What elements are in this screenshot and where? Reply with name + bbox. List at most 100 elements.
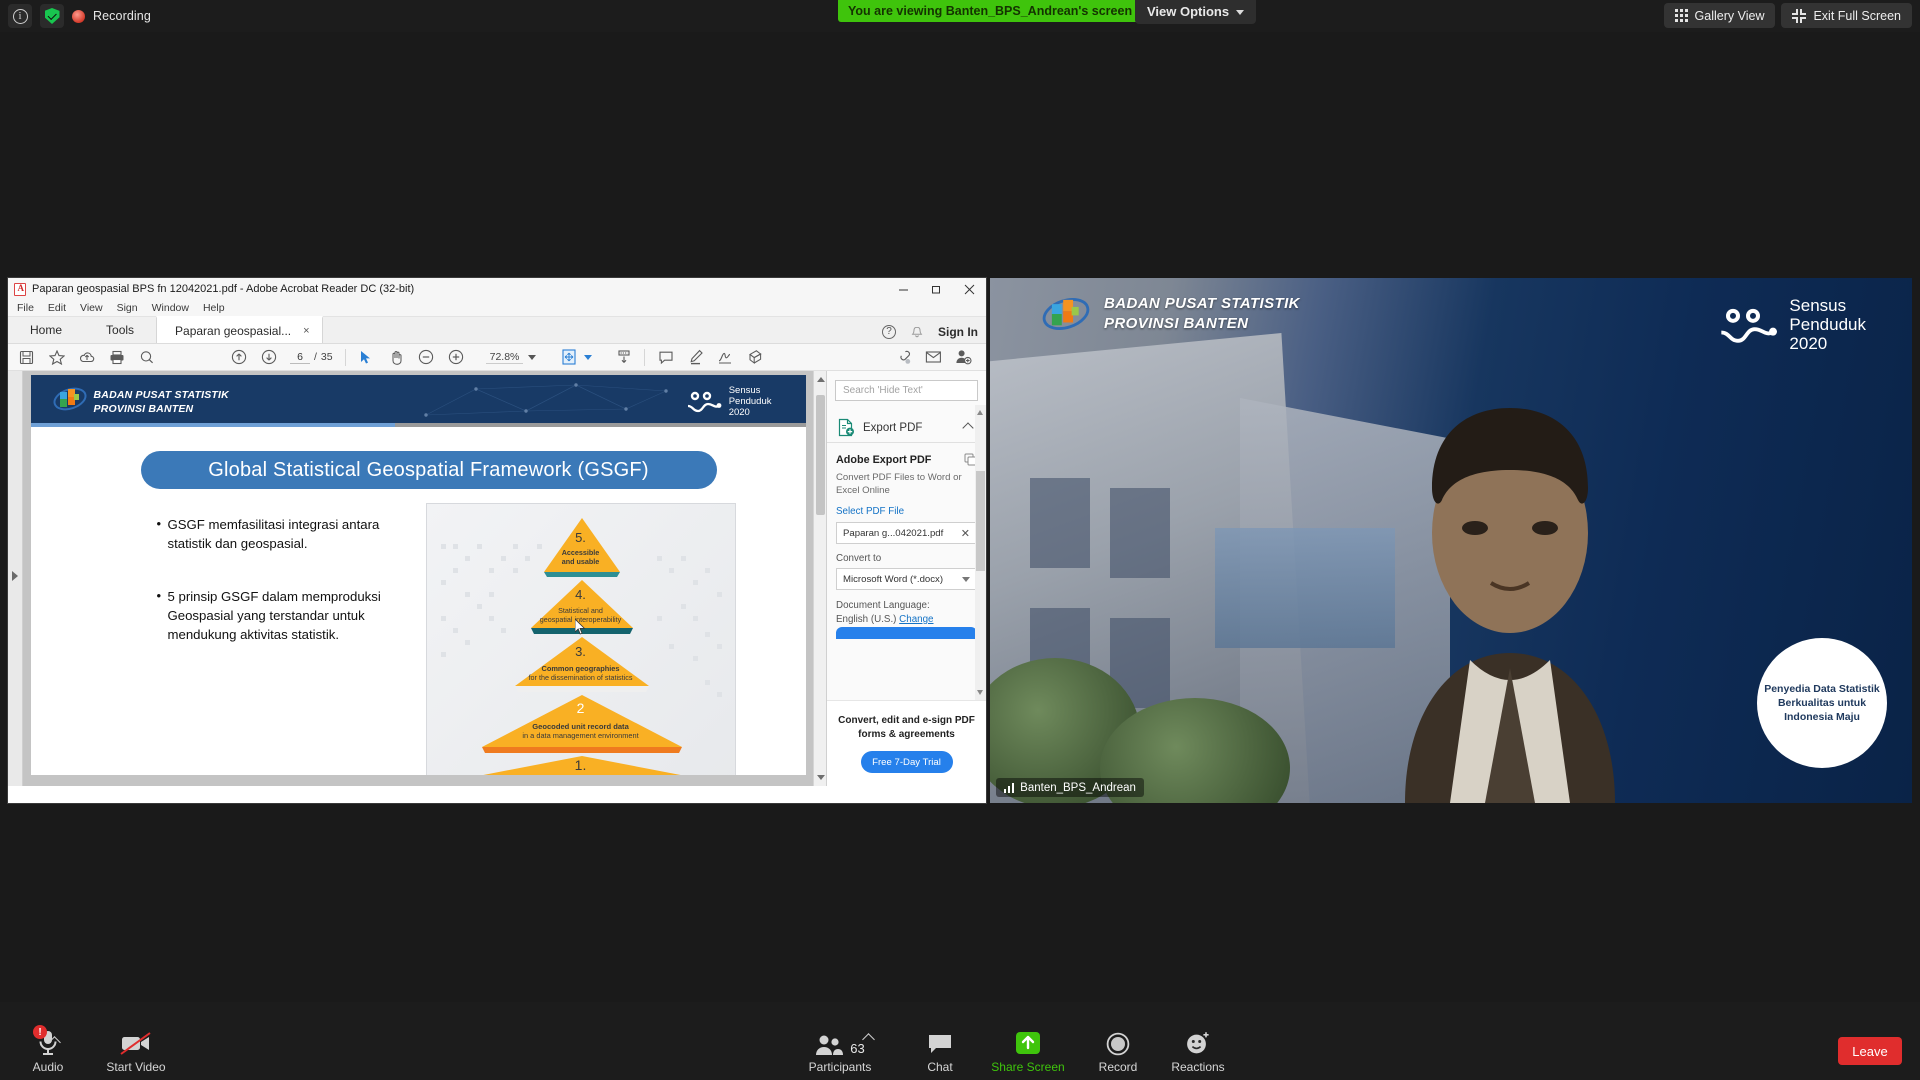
gallery-view-button[interactable]: Gallery View — [1664, 3, 1776, 28]
window-controls — [887, 278, 986, 300]
slide-sensus-text: Sensus Penduduk 2020 — [729, 385, 772, 418]
chat-bubble-icon — [929, 1035, 951, 1053]
video-icon-wrap — [119, 1026, 153, 1056]
reactions-smiley-icon — [1187, 1032, 1209, 1054]
share-screen-button[interactable]: Share Screen — [988, 1026, 1068, 1074]
close-icon[interactable]: × — [303, 325, 309, 337]
tab-home[interactable]: Home — [8, 316, 84, 343]
leave-button[interactable]: Leave — [1838, 1037, 1902, 1065]
pdf-slide: BADAN PUSAT STATISTIK PROVINSI BANTEN Se… — [30, 375, 806, 775]
panel-scrollbar-thumb[interactable] — [976, 471, 985, 571]
close-button[interactable] — [953, 278, 986, 300]
next-page-icon[interactable] — [260, 349, 277, 366]
chevron-down-icon[interactable] — [584, 354, 593, 360]
scroll-up-icon[interactable] — [817, 377, 825, 382]
upload-to-cloud-icon[interactable] — [78, 349, 95, 366]
search-input[interactable]: Search 'Hide Text' — [835, 380, 978, 401]
chat-button[interactable]: Chat — [900, 1026, 980, 1074]
export-pdf-section-header[interactable]: Export PDF — [827, 413, 986, 443]
sign-in-button[interactable]: Sign In — [938, 325, 978, 339]
select-pdf-file-link[interactable]: Select PDF File — [836, 506, 977, 517]
view-options-button[interactable]: View Options — [1135, 0, 1257, 24]
participants-button[interactable]: 63 Participants — [800, 1026, 880, 1074]
menu-item-view[interactable]: View — [80, 302, 103, 314]
security-shield-icon[interactable] — [40, 4, 64, 28]
zoom-bottom-toolbar: ! Audio Start Video 63 Participants Chat… — [0, 1002, 1920, 1080]
comment-icon[interactable] — [657, 349, 674, 366]
menu-item-help[interactable]: Help — [203, 302, 225, 314]
scrollbar-thumb[interactable] — [816, 395, 825, 515]
record-button[interactable]: Record — [1078, 1026, 1158, 1074]
acrobat-menu-bar: File Edit View Sign Window Help — [8, 300, 986, 317]
hand-tool-icon[interactable] — [388, 349, 405, 366]
zoom-in-icon[interactable] — [448, 349, 465, 366]
document-language-block: Document Language: English (U.S.) Change — [836, 599, 977, 627]
previous-page-icon[interactable] — [230, 349, 247, 366]
save-icon[interactable] — [18, 349, 35, 366]
menu-item-edit[interactable]: Edit — [48, 302, 66, 314]
notification-bell-icon[interactable] — [911, 326, 923, 339]
minimize-button[interactable] — [887, 278, 920, 300]
current-page-input[interactable]: 6 — [290, 351, 310, 364]
screen-share-banner: You are viewing Banten_BPS_Andrean's scr… — [838, 0, 1143, 22]
change-language-link[interactable]: Change — [899, 614, 933, 625]
stamp-icon[interactable] — [747, 349, 764, 366]
add-recipient-icon[interactable] — [955, 349, 972, 366]
panel-scrollbar[interactable] — [975, 405, 986, 700]
tab-document[interactable]: Paparan geospasial... × — [156, 316, 323, 343]
export-button-partial[interactable] — [836, 627, 977, 639]
page-scrolling-icon[interactable] — [615, 349, 632, 366]
chat-icon-wrap — [927, 1026, 953, 1056]
exit-full-screen-button[interactable]: Exit Full Screen — [1781, 3, 1912, 28]
select-cursor-icon[interactable] — [358, 349, 375, 366]
slide-org-line1: BADAN PUSAT STATISTIK — [93, 389, 229, 401]
menu-item-file[interactable]: File — [17, 302, 34, 314]
start-video-button[interactable]: Start Video — [96, 1026, 176, 1074]
fit-page-icon[interactable] — [562, 349, 579, 366]
gsgf-pyramid-diagram: 5. Accessible and usable 4. Statistical … — [425, 503, 736, 775]
search-icon[interactable] — [138, 349, 155, 366]
scroll-down-icon[interactable] — [977, 690, 983, 695]
trial-promo-footer: Convert, edit and e-sign PDF forms & agr… — [827, 700, 986, 786]
chevron-up-icon[interactable] — [962, 421, 974, 434]
clear-file-icon[interactable]: ✕ — [961, 527, 970, 540]
top-right-controls: Gallery View Exit Full Screen — [1664, 3, 1912, 28]
acrobat-tab-actions: ? Sign In — [882, 325, 978, 339]
expand-panel-icon[interactable] — [12, 571, 18, 581]
fill-and-sign-icon[interactable] — [717, 349, 734, 366]
reactions-button[interactable]: Reactions — [1158, 1026, 1238, 1074]
sensus-line-2: Penduduk — [728, 396, 772, 407]
video-tagline-badge: Penyedia Data Statistik Berkualitas untu… — [1757, 638, 1887, 768]
scroll-down-icon[interactable] — [817, 775, 825, 780]
left-navigation-rail[interactable] — [8, 371, 23, 786]
email-icon[interactable] — [925, 349, 942, 366]
document-vertical-scrollbar[interactable] — [813, 371, 826, 786]
maximize-button[interactable] — [920, 278, 953, 300]
participant-video-pane[interactable]: BADAN PUSAT STATISTIK PROVINSI BANTEN Se… — [990, 278, 1912, 803]
pdf-document-area[interactable]: BADAN PUSAT STATISTIK PROVINSI BANTEN Se… — [23, 371, 813, 786]
audio-alert-badge: ! — [33, 1025, 47, 1039]
selected-file-field[interactable]: Paparan g...042021.pdf ✕ — [836, 522, 977, 544]
info-icon[interactable]: i — [8, 4, 32, 28]
scroll-up-icon[interactable] — [977, 410, 983, 415]
bps-logo-icon — [53, 386, 87, 417]
share-link-icon[interactable] — [895, 349, 912, 366]
menu-item-window[interactable]: Window — [152, 302, 189, 314]
menu-item-sign[interactable]: Sign — [117, 302, 138, 314]
tab-tools[interactable]: Tools — [84, 316, 156, 343]
shrink-icon — [1792, 8, 1807, 23]
free-trial-button[interactable]: Free 7-Day Trial — [860, 751, 953, 773]
add-to-favorites-icon[interactable] — [48, 349, 65, 366]
toolbar-annotate-group — [657, 349, 764, 366]
convert-to-select[interactable]: Microsoft Word (*.docx) — [836, 568, 977, 590]
sensus-penduduk-logo-icon — [687, 391, 722, 413]
question-mark-icon[interactable]: ? — [882, 325, 896, 339]
zoom-level-control[interactable]: 72.8% — [485, 351, 537, 364]
print-icon[interactable] — [108, 349, 125, 366]
highlight-text-icon[interactable] — [687, 349, 704, 366]
audio-button[interactable]: ! Audio — [8, 1025, 88, 1074]
zoom-out-icon[interactable] — [418, 349, 435, 366]
toolbar-share-group — [895, 349, 972, 366]
slide-org-line2: PROVINSI BANTEN — [93, 403, 194, 415]
pyramid-graphic — [440, 518, 722, 775]
